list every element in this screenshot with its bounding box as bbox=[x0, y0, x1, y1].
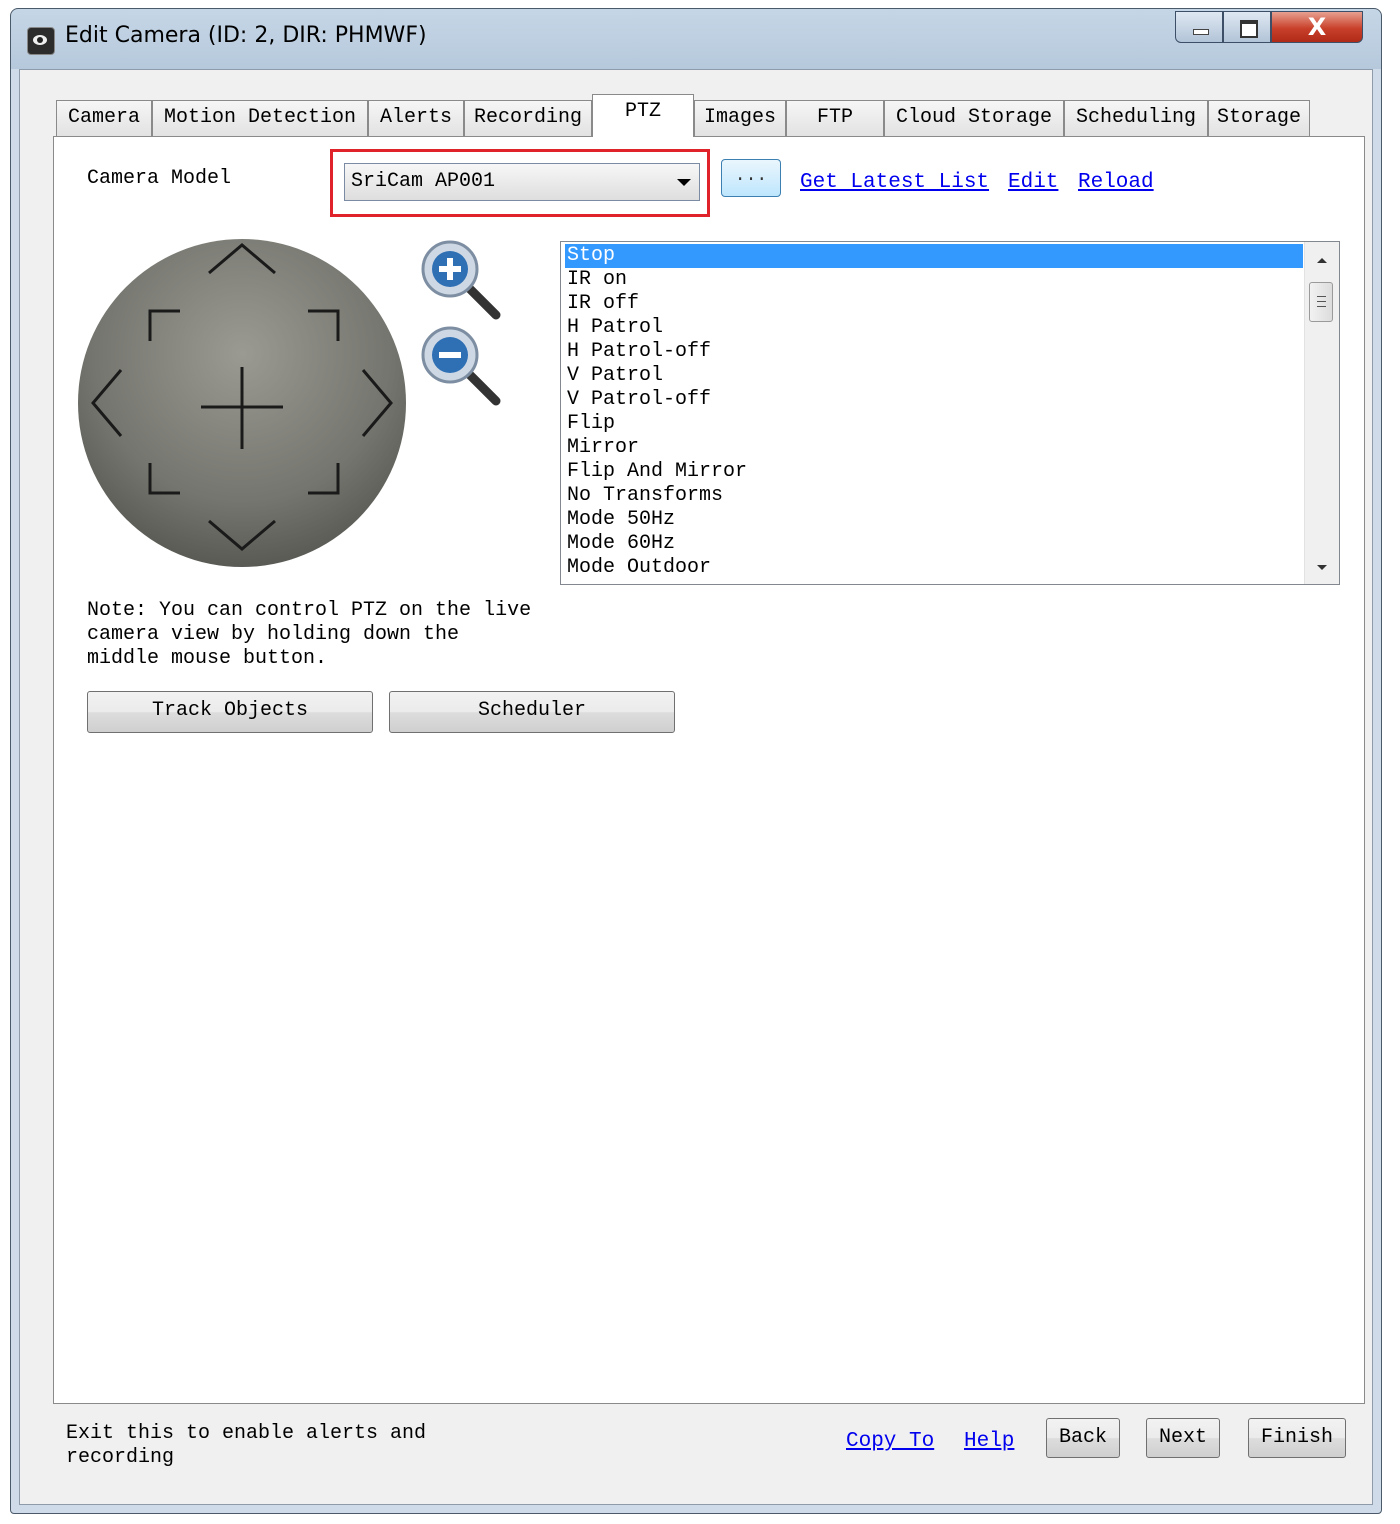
command-item[interactable]: H Patrol-off bbox=[565, 340, 1303, 364]
finish-button[interactable]: Finish bbox=[1248, 1418, 1346, 1458]
camera-model-label: Camera Model bbox=[87, 167, 232, 190]
command-item[interactable]: V Patrol bbox=[565, 364, 1303, 388]
minimize-icon bbox=[1193, 29, 1209, 35]
tab-images[interactable]: Images bbox=[694, 100, 786, 136]
track-objects-button[interactable]: Track Objects bbox=[87, 691, 373, 733]
command-item[interactable]: Mode 50Hz bbox=[565, 508, 1303, 532]
close-button[interactable]: X bbox=[1271, 11, 1363, 43]
ptz-command-list[interactable]: Stop IR on IR off H Patrol H Patrol-off V Pat… bbox=[560, 241, 1340, 585]
reload-link[interactable]: Reload bbox=[1078, 171, 1154, 194]
ptz-note: Note: You can control PTZ on the live ca… bbox=[87, 599, 532, 670]
close-icon: X bbox=[1307, 13, 1327, 41]
tab-recording[interactable]: Recording bbox=[464, 100, 592, 136]
command-item[interactable]: Flip bbox=[565, 412, 1303, 436]
command-item[interactable]: Mode 60Hz bbox=[565, 532, 1303, 556]
maximize-button[interactable] bbox=[1223, 11, 1271, 43]
tab-ftp[interactable]: FTP bbox=[786, 100, 884, 136]
next-button[interactable]: Next bbox=[1146, 1418, 1220, 1458]
command-item[interactable]: Stop bbox=[565, 244, 1303, 268]
scroll-up-icon[interactable] bbox=[1317, 258, 1327, 263]
get-latest-list-link[interactable]: Get Latest List bbox=[800, 171, 989, 194]
minimize-button[interactable] bbox=[1175, 11, 1223, 43]
scroll-down-icon[interactable] bbox=[1317, 565, 1327, 570]
command-item[interactable]: IR on bbox=[565, 268, 1303, 292]
command-item[interactable]: H Patrol bbox=[565, 316, 1303, 340]
chevron-down-icon bbox=[677, 179, 691, 186]
command-item[interactable]: Mirror bbox=[565, 436, 1303, 460]
command-item[interactable]: Flip And Mirror bbox=[565, 460, 1303, 484]
edit-camera-window: Edit Camera (ID: 2, DIR: PHMWF) X Camera… bbox=[10, 8, 1382, 1514]
help-link[interactable]: Help bbox=[964, 1430, 1014, 1453]
camera-model-value: SriCam AP001 bbox=[351, 170, 496, 193]
tab-camera[interactable]: Camera bbox=[56, 100, 152, 136]
tab-cloud-storage[interactable]: Cloud Storage bbox=[884, 100, 1064, 136]
edit-link[interactable]: Edit bbox=[1008, 171, 1058, 194]
tab-ptz[interactable]: PTZ bbox=[592, 94, 694, 137]
command-item[interactable]: Mode Outdoor bbox=[565, 556, 1303, 580]
tab-alerts[interactable]: Alerts bbox=[368, 100, 464, 136]
command-item[interactable]: No Transforms bbox=[565, 484, 1303, 508]
tab-storage[interactable]: Storage bbox=[1208, 100, 1310, 136]
maximize-icon bbox=[1240, 20, 1258, 38]
command-item[interactable]: V Patrol-off bbox=[565, 388, 1303, 412]
browse-models-button[interactable]: ... bbox=[721, 159, 781, 197]
window-title: Edit Camera (ID: 2, DIR: PHMWF) bbox=[65, 23, 427, 48]
back-button[interactable]: Back bbox=[1046, 1418, 1120, 1458]
scroll-thumb[interactable] bbox=[1309, 282, 1333, 322]
camera-model-select[interactable]: SriCam AP001 bbox=[344, 163, 700, 201]
tab-scheduling[interactable]: Scheduling bbox=[1064, 100, 1208, 136]
dialog-client-area: Camera Motion Detection Alerts Recording… bbox=[19, 69, 1373, 1505]
scheduler-button[interactable]: Scheduler bbox=[389, 691, 675, 733]
zoom-in-icon[interactable] bbox=[420, 239, 502, 321]
app-eye-icon[interactable] bbox=[27, 27, 55, 55]
command-item[interactable]: IR off bbox=[565, 292, 1303, 316]
footer-note: Exit this to enable alerts and recording bbox=[66, 1422, 427, 1469]
ptz-direction-pad[interactable] bbox=[76, 237, 408, 569]
tab-motion-detection[interactable]: Motion Detection bbox=[152, 100, 368, 136]
ptz-tab-panel: Camera Model SriCam AP001 ... Get Latest… bbox=[53, 136, 1365, 1404]
copy-to-link[interactable]: Copy To bbox=[846, 1430, 934, 1453]
list-scrollbar[interactable] bbox=[1304, 242, 1339, 584]
zoom-out-icon[interactable] bbox=[420, 325, 502, 407]
title-bar[interactable]: Edit Camera (ID: 2, DIR: PHMWF) X bbox=[11, 9, 1381, 69]
